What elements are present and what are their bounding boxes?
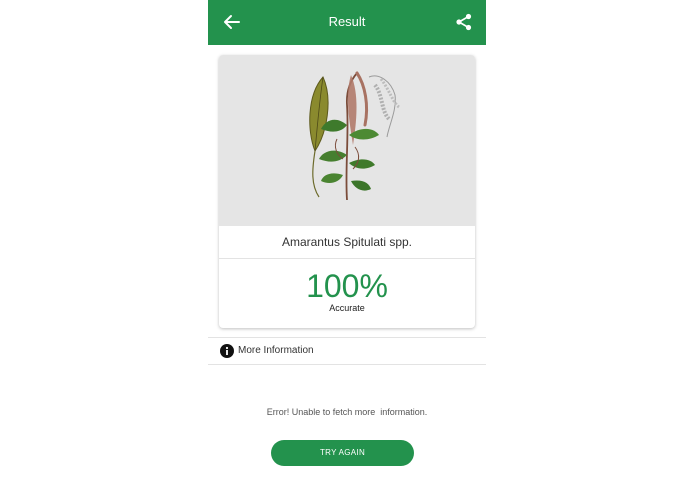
phone-screen: Result Amarantus Spitulati spp. 100% Acc… xyxy=(208,0,486,494)
app-bar: Result xyxy=(208,0,486,45)
species-name: Amarantus Spitulati spp. xyxy=(219,226,475,259)
confidence-value: 100% xyxy=(306,268,388,304)
plant-image xyxy=(219,55,475,226)
result-card: Amarantus Spitulati spp. 100% Accurate xyxy=(219,55,475,328)
try-again-button[interactable]: TRY AGAIN xyxy=(271,440,414,466)
page-title: Result xyxy=(328,14,366,29)
share-icon[interactable] xyxy=(454,12,474,32)
error-message: Error! Unable to fetch more information. xyxy=(266,407,428,417)
more-information-row[interactable]: More Information xyxy=(208,337,486,365)
confidence-label: Accurate xyxy=(329,303,365,313)
more-information-label: More Information xyxy=(238,345,314,356)
info-icon xyxy=(220,344,234,358)
